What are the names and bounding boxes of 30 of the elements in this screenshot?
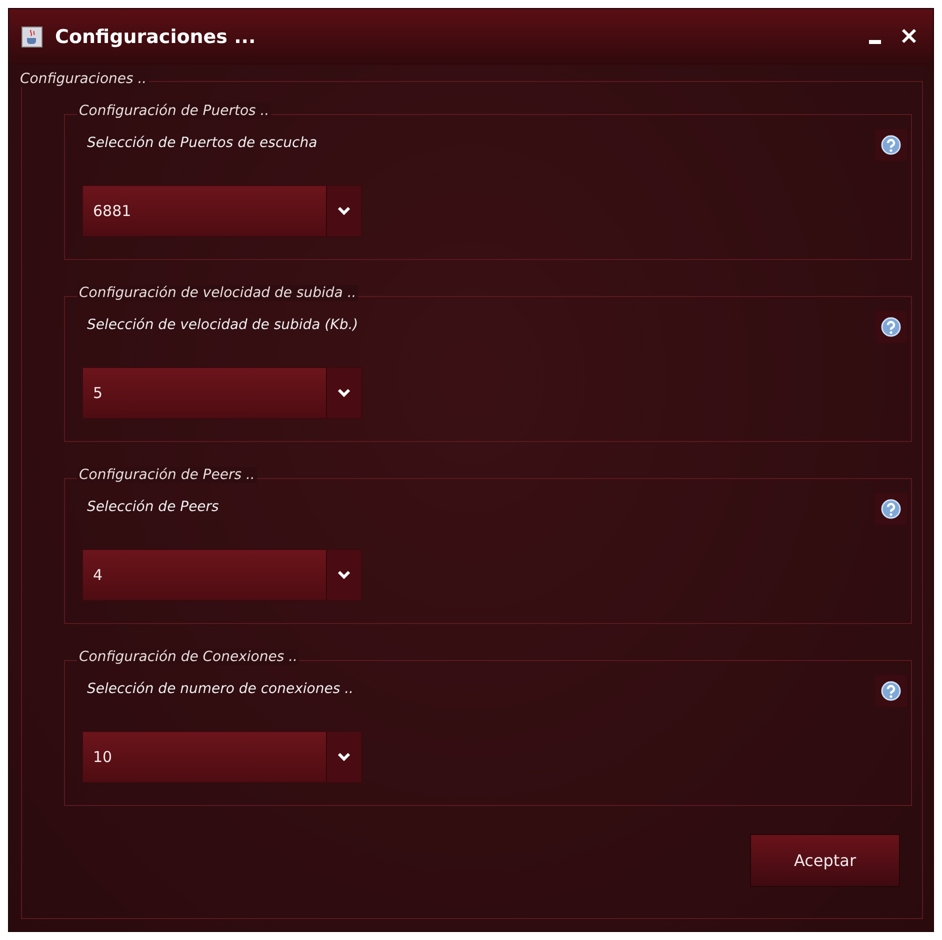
dropdown-value: 5 — [92, 383, 104, 404]
chevron-down-icon — [337, 388, 351, 398]
field-label: Selección de velocidad de subida (Kb.) — [87, 317, 358, 333]
section-title: Configuración de Conexiones .. — [77, 649, 300, 665]
dropdown[interactable]: 10 — [82, 731, 362, 783]
dropdown[interactable]: 4 — [82, 549, 362, 601]
chevron-down-icon — [337, 752, 351, 762]
help-icon[interactable] — [881, 135, 901, 155]
dropdown-value: 4 — [92, 565, 104, 586]
chevron-down-icon — [337, 206, 351, 216]
section-title: Configuración de velocidad de subida .. — [77, 285, 358, 301]
field-label: Selección de numero de conexiones .. — [87, 681, 354, 697]
coffee-cup-icon — [21, 26, 43, 48]
field-label: Selección de Peers — [87, 499, 219, 515]
field-label: Selección de Puertos de escucha — [87, 135, 318, 151]
help-icon[interactable] — [881, 499, 901, 519]
dropdown[interactable]: 5 — [82, 367, 362, 419]
dropdown-value: 10 — [92, 747, 114, 768]
help-icon[interactable] — [881, 317, 901, 337]
group-title: Configuraciones .. — [18, 71, 149, 87]
dropdown[interactable]: 6881 — [82, 185, 362, 237]
window-title: Configuraciones ... — [55, 26, 257, 48]
accept-button[interactable]: Aceptar — [750, 834, 900, 887]
minimize-icon — [869, 40, 881, 44]
dropdown-value: 6881 — [92, 201, 132, 222]
chevron-down-icon — [337, 570, 351, 580]
section-title: Configuración de Puertos .. — [77, 103, 272, 119]
help-icon[interactable] — [881, 681, 901, 701]
section-title: Configuración de Peers .. — [77, 467, 257, 483]
close-icon — [901, 28, 917, 44]
